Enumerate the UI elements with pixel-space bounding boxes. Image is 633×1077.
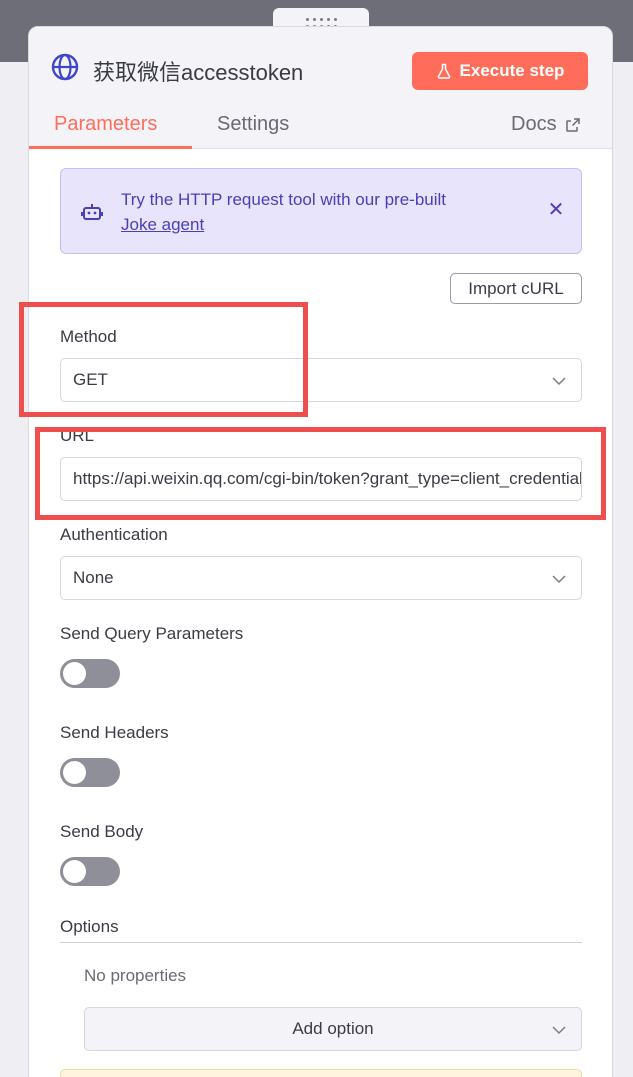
tab-parameters[interactable]: Parameters xyxy=(54,113,157,136)
callout-message: Try the HTTP request tool with our pre-b… xyxy=(121,190,447,209)
chevron-down-icon xyxy=(552,575,566,584)
no-properties-text: No properties xyxy=(84,966,187,985)
toggle-knob xyxy=(63,761,86,784)
url-highlight-box xyxy=(35,427,606,520)
send-body-label: Send Body xyxy=(60,822,144,841)
add-option-button[interactable]: Add option xyxy=(84,1007,582,1051)
joke-agent-link[interactable]: Joke agent xyxy=(121,212,204,237)
add-option-label: Add option xyxy=(292,1019,374,1038)
panel-header: 获取微信accesstoken Execute step Parameters … xyxy=(29,27,612,149)
flask-icon xyxy=(437,63,450,79)
http-tool-callout: Try the HTTP request tool with our pre-b… xyxy=(60,168,582,254)
import-curl-button[interactable]: Import cURL xyxy=(450,273,582,304)
authentication-select[interactable]: None xyxy=(60,556,582,600)
close-icon[interactable]: ✕ xyxy=(545,199,567,221)
execute-step-label: Execute step xyxy=(459,61,565,80)
options-divider xyxy=(60,942,582,943)
callout-text: Try the HTTP request tool with our pre-b… xyxy=(121,187,521,237)
tab-settings[interactable]: Settings xyxy=(217,113,289,136)
chevron-down-icon xyxy=(552,377,566,386)
notice-banner xyxy=(60,1069,582,1077)
active-tab-indicator xyxy=(29,146,192,149)
options-label: Options xyxy=(60,917,119,936)
send-headers-toggle[interactable] xyxy=(60,758,120,787)
node-parameters-panel: 获取微信accesstoken Execute step Parameters … xyxy=(28,26,613,1077)
authentication-value: None xyxy=(73,568,114,587)
execute-step-button[interactable]: Execute step xyxy=(412,52,588,90)
toggle-knob xyxy=(63,662,86,685)
chevron-down-icon xyxy=(552,1026,566,1035)
tab-docs[interactable]: Docs xyxy=(511,113,581,136)
node-title[interactable]: 获取微信accesstoken xyxy=(93,55,303,87)
send-body-toggle[interactable] xyxy=(60,857,120,886)
globe-icon xyxy=(51,53,79,81)
send-query-toggle[interactable] xyxy=(60,659,120,688)
method-highlight-box xyxy=(19,302,308,417)
external-link-icon xyxy=(565,117,580,132)
authentication-label: Authentication xyxy=(60,525,168,544)
robot-icon xyxy=(81,204,103,220)
tab-docs-label: Docs xyxy=(511,113,557,135)
send-query-label: Send Query Parameters xyxy=(60,624,244,643)
send-headers-label: Send Headers xyxy=(60,723,169,742)
toggle-knob xyxy=(63,860,86,883)
